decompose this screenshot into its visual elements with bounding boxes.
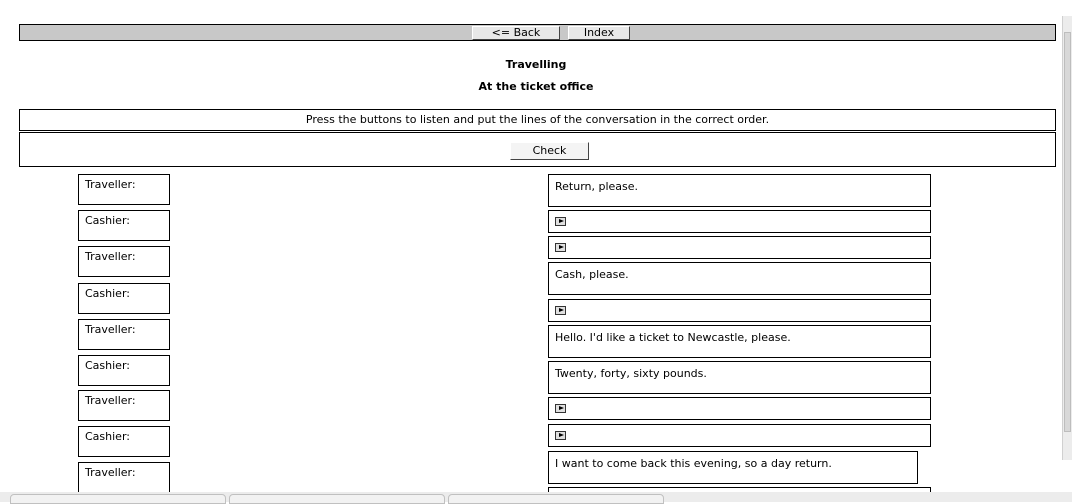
play-icon[interactable] (555, 431, 566, 440)
speaker-label: Cashier: (78, 355, 170, 386)
speaker-label: Traveller: (78, 462, 170, 493)
page-subtitle: At the ticket office (478, 80, 594, 93)
instructions: Press the buttons to listen and put the … (19, 109, 1056, 131)
conversation-line[interactable]: Return, please. (548, 174, 931, 207)
speaker-label: Cashier: (78, 210, 170, 241)
line-text: Twenty, forty, sixty pounds. (555, 367, 707, 380)
vertical-scrollbar[interactable] (1062, 16, 1072, 460)
play-icon[interactable] (555, 243, 566, 252)
navigation-bar: <= Back Index (19, 24, 1056, 41)
play-icon[interactable] (555, 404, 566, 413)
speaker-label: Traveller: (78, 390, 170, 421)
bottom-tab[interactable] (10, 494, 226, 504)
conversation-line-audio[interactable] (548, 210, 931, 233)
page-title: Travelling (505, 58, 567, 71)
conversation-line[interactable]: Twenty, forty, sixty pounds. (548, 361, 931, 394)
conversation-line[interactable]: Hello. I'd like a ticket to Newcastle, p… (548, 325, 931, 358)
scrollbar-thumb[interactable] (1064, 32, 1071, 432)
conversation-line-audio[interactable] (548, 397, 931, 420)
speaker-label: Cashier: (78, 426, 170, 457)
index-button[interactable]: Index (568, 26, 630, 40)
line-text: Hello. I'd like a ticket to Newcastle, p… (555, 331, 791, 344)
speaker-label: Traveller: (78, 246, 170, 277)
speaker-label: Traveller: (78, 319, 170, 350)
speaker-label: Traveller: (78, 174, 170, 205)
conversation-line[interactable]: Cash, please. (548, 262, 931, 295)
line-text: Return, please. (555, 180, 639, 193)
line-text: Cash, please. (555, 268, 629, 281)
conversation-line-audio[interactable] (548, 424, 931, 447)
bottom-tab[interactable] (229, 494, 445, 504)
play-icon[interactable] (555, 217, 566, 226)
back-button[interactable]: <= Back (472, 26, 560, 40)
line-text: I want to come back this evening, so a d… (555, 457, 832, 470)
check-panel: Check (19, 132, 1056, 167)
conversation-line-audio[interactable] (548, 299, 931, 322)
conversation-line-audio[interactable] (548, 236, 931, 259)
speaker-label: Cashier: (78, 283, 170, 314)
conversation-line[interactable]: I want to come back this evening, so a d… (548, 451, 918, 484)
bottom-tab[interactable] (448, 494, 664, 504)
check-button[interactable]: Check (510, 142, 589, 160)
play-icon[interactable] (555, 306, 566, 315)
